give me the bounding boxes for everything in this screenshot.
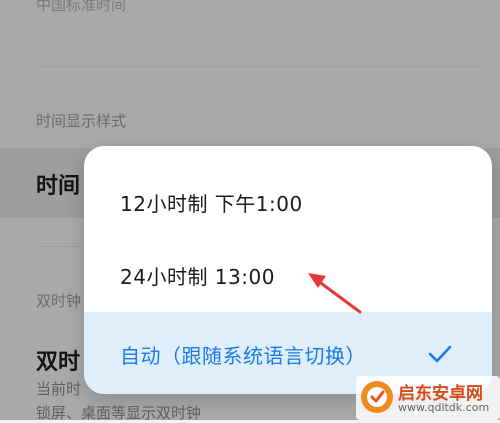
watermark-url: www.qdltdk.com (398, 401, 490, 414)
option-12-hour-label: 12小时制 下午1:00 (120, 192, 303, 216)
option-12-hour[interactable]: 12小时制 下午1:00 (84, 164, 492, 238)
watermark: 启东安卓网 www.qdltdk.com (356, 376, 500, 420)
site-logo-icon (361, 381, 393, 413)
option-auto-label: 自动（跟随系统语言切换） (120, 344, 366, 368)
check-icon (428, 345, 452, 363)
option-24-hour-label: 24小时制 13:00 (120, 265, 275, 289)
annotation-arrow-icon (308, 273, 362, 314)
time-format-popup: 12小时制 下午1:00 24小时制 13:00 自动（跟随系统语言切换） (84, 146, 492, 394)
option-24-hour[interactable]: 24小时制 13:00 (84, 237, 492, 311)
